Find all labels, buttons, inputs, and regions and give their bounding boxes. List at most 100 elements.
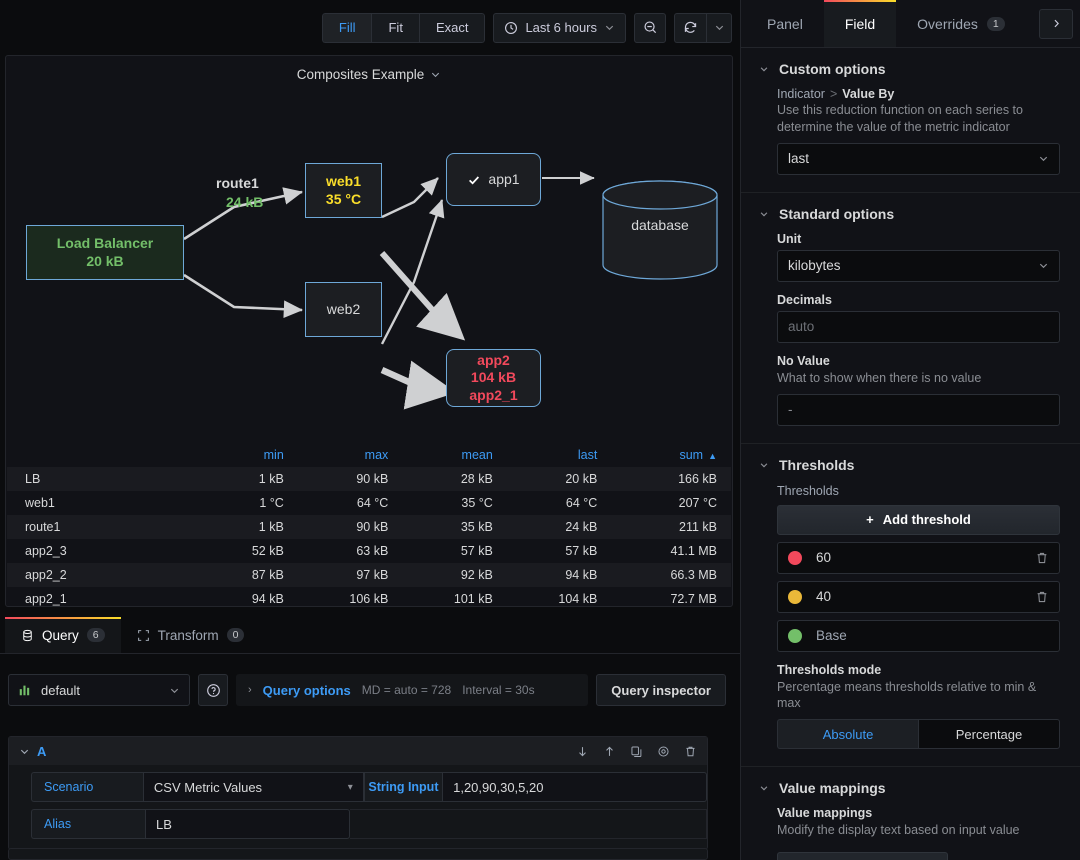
trash-icon[interactable] [1035,590,1049,604]
cell-last: 64 °C [565,496,598,510]
chevron-down-icon[interactable] [430,69,441,80]
alias-row-spacer [350,809,707,839]
arrow-down-icon[interactable] [576,745,589,758]
thresholds-mode-percentage[interactable]: Percentage [918,719,1060,750]
table-row[interactable]: route1 1 kB 90 kB 35 kB 24 kB 211 kB [7,515,731,539]
chevron-down-icon [604,22,615,33]
section-custom-options: Custom options Indicator > Value By Use th… [741,48,1080,193]
tab-overrides[interactable]: Overrides 1 [896,0,1026,47]
arrow-up-icon[interactable] [603,745,616,758]
table-row[interactable]: app2_1 94 kB 106 kB 101 kB 104 kB 72.7 M… [7,587,731,611]
cell-sum: 211 kB [679,520,717,534]
node-label: web1 [325,173,361,189]
diagram-node-app2[interactable]: app2 104 kB app2_1 [446,349,541,407]
tab-field[interactable]: Field [823,0,897,47]
no-value-input[interactable]: - [777,393,1060,426]
chevron-down-icon [1038,153,1049,164]
decimals-input[interactable]: auto [777,310,1060,343]
legend-col-sum[interactable]: sum ▲ [611,444,731,467]
table-row[interactable]: app2_2 87 kB 97 kB 92 kB 94 kB 66.3 MB [7,563,731,587]
query-row-header[interactable]: A [9,737,707,765]
fit-mode-exact[interactable]: Exact [418,12,486,43]
string-input-label: String Input [363,772,443,802]
query-options-label[interactable]: Query options [263,683,351,698]
threshold-color-swatch[interactable] [788,628,802,643]
indicator-breadcrumb: Indicator > Value By [777,87,1060,101]
threshold-row-base[interactable]: Base [777,619,1060,652]
section-header-thresholds[interactable]: Thresholds [741,457,1080,473]
add-value-mapping-button[interactable]: + Add value mapping [777,852,948,860]
add-threshold-button[interactable]: + Add threshold [777,504,1060,535]
section-header-value-mappings[interactable]: Value mappings [741,780,1080,796]
chevron-right-icon [1051,18,1062,29]
refresh-button[interactable] [674,12,706,43]
alias-input[interactable]: LB [145,809,350,839]
query-ref-id[interactable]: A [37,744,46,759]
diagram-node-app1[interactable]: app1 [446,153,541,206]
value-by-select[interactable]: last [777,142,1060,175]
diagram-canvas[interactable]: route1 24 kB Load Balancer 20 kB web1 35… [6,82,732,462]
query-editor-row-b-partial[interactable] [8,848,708,860]
section-title: Value mappings [779,780,886,797]
datasource-picker[interactable]: default [8,674,190,706]
fit-mode-fit[interactable]: Fit [371,12,419,43]
time-range-picker[interactable]: Last 6 hours [493,12,626,43]
diagram-node-load-balancer[interactable]: Load Balancer 20 kB [26,225,184,280]
datasource-help-button[interactable] [198,674,228,706]
threshold-color-swatch[interactable] [788,589,802,604]
panel-header[interactable]: Composites Example [6,56,732,82]
legend-col-name[interactable] [7,444,207,467]
threshold-row-40[interactable]: 40 [777,580,1060,613]
chevron-right-icon: › [248,684,252,696]
trash-icon[interactable] [1035,551,1049,565]
eye-icon[interactable] [657,745,670,758]
expand-options-pane-button[interactable] [1039,8,1073,39]
table-row[interactable]: LB 1 kB 90 kB 28 kB 20 kB 166 kB [7,467,731,491]
tab-label: Field [844,15,876,32]
legend-col-min[interactable]: min [207,444,298,467]
diagram-node-web1[interactable]: web1 35 °C [305,163,382,218]
legend-col-max[interactable]: max [298,444,403,467]
refresh-interval-dropdown[interactable] [706,12,732,43]
sort-caret-icon: ▲ [708,451,717,461]
chevron-down-icon[interactable] [19,746,30,757]
alias-label: Alias [31,809,145,839]
legend-col-mean[interactable]: mean [402,444,507,467]
legend-header-row: min max mean last sum ▲ [7,444,731,467]
unit-select[interactable]: kilobytes [777,249,1060,282]
section-header-standard-options[interactable]: Standard options [741,206,1080,222]
zoom-out-button[interactable] [634,12,666,43]
cell-min: 94 kB [251,592,284,606]
database-icon [21,629,34,642]
diagram-node-web2[interactable]: web2 [305,282,382,337]
table-row[interactable]: app2_3 52 kB 63 kB 57 kB 57 kB 41.1 MB [7,539,731,563]
fit-mode-fill[interactable]: Fill [321,12,372,43]
time-range-label: Last 6 hours [525,20,597,35]
tab-panel[interactable]: Panel [746,0,824,47]
tab-transform[interactable]: Transform 0 [121,617,261,653]
help-circle-icon [206,683,221,698]
table-row[interactable]: web1 1 °C 64 °C 35 °C 64 °C 207 °C [7,491,731,515]
threshold-value: Base [816,628,847,643]
thresholds-mode-absolute[interactable]: Absolute [777,719,918,750]
query-count-badge: 6 [86,628,105,642]
tab-label: Query [42,627,79,643]
legend-col-last[interactable]: last [507,444,612,467]
copy-icon[interactable] [630,745,643,758]
value-mappings-description: Modify the display text based on input v… [777,823,1020,838]
string-input-field[interactable]: 1,20,90,30,5,20 [442,772,707,802]
check-icon [467,173,481,187]
query-inspector-button[interactable]: Query inspector [596,674,726,706]
threshold-value[interactable]: 40 [816,589,831,604]
threshold-row-60[interactable]: 60 [777,541,1060,574]
scenario-select[interactable]: CSV Metric Values ▾ [142,772,364,802]
threshold-value[interactable]: 60 [816,550,831,565]
threshold-color-swatch[interactable] [788,550,802,565]
thresholds-mode-description: Percentage means thresholds relative to … [777,679,1037,711]
query-options-bar[interactable]: › Query options MD = auto = 728 Interval… [236,674,589,706]
section-header-custom-options[interactable]: Custom options [741,61,1080,77]
cell-last: 57 kB [565,544,598,558]
trash-icon[interactable] [684,745,697,758]
diagram-node-database[interactable]: database [603,217,717,233]
tab-query[interactable]: Query 6 [5,617,121,653]
